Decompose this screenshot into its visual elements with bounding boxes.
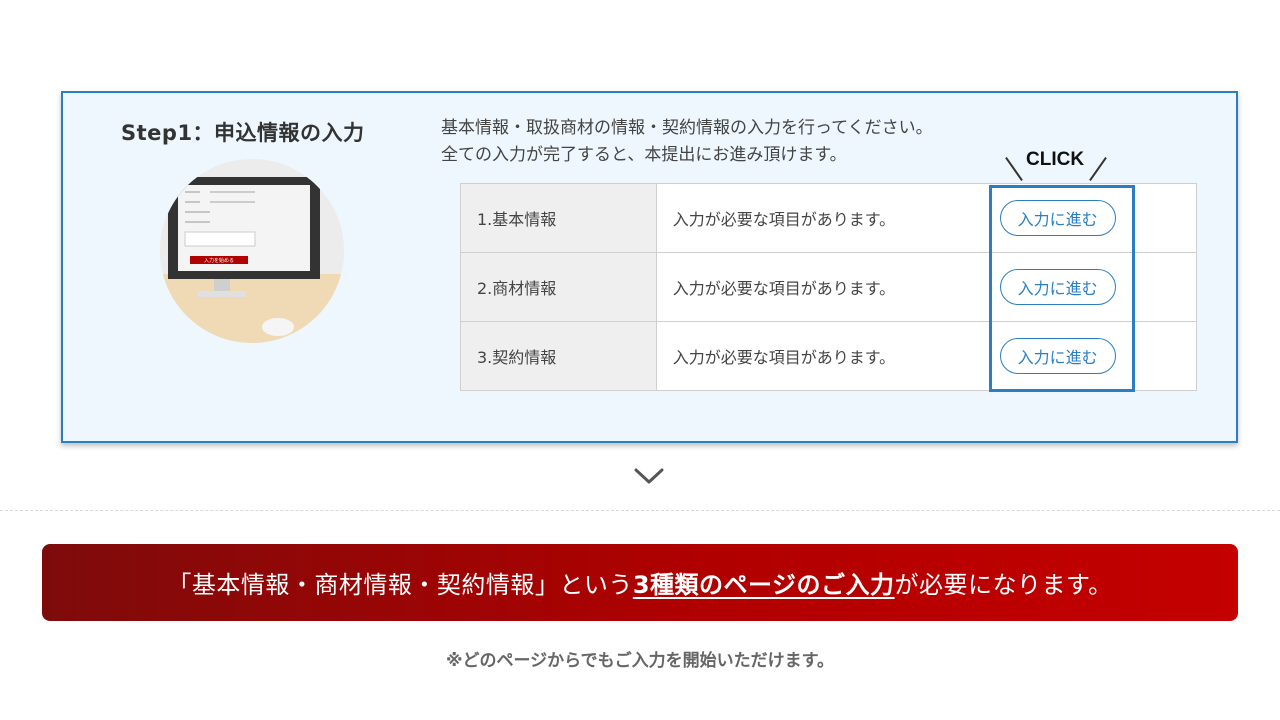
item-action: 入力に進む xyxy=(987,183,1197,253)
click-line-right xyxy=(1089,156,1107,182)
item-action: 入力に進む xyxy=(988,322,1197,391)
banner-prefix: 「基本情報・商材情報・契約情報」という xyxy=(167,571,633,599)
item-status: 入力が必要な項目があります。 xyxy=(672,348,896,367)
banner-emphasis: 3種類のページのご入力 xyxy=(632,571,895,599)
item-action: 入力に進む xyxy=(987,252,1197,322)
step-title: Step1：申込情報の入力 xyxy=(121,121,365,145)
banner-suffix: が必要になります。 xyxy=(894,571,1113,599)
chevron-down-icon xyxy=(632,465,666,491)
table-row: 1.基本情報 入力が必要な項目があります。 入力に進む xyxy=(460,183,1197,253)
item-name: 1.基本情報 xyxy=(460,183,657,253)
click-label: CLICK xyxy=(1026,149,1085,170)
proceed-button-product-info[interactable]: 入力に進む xyxy=(999,269,1116,305)
step-card: Step1：申込情報の入力 入力を始める 基本情報・取扱商材の情報・契約情報の入… xyxy=(61,91,1238,443)
item-name: 2.商材情報 xyxy=(460,252,657,322)
click-line-left xyxy=(1005,156,1023,182)
item-status: 入力が必要な項目があります。 xyxy=(656,183,988,253)
table-row: 2.商材情報 入力が必要な項目があります。 入力に進む xyxy=(460,252,1197,322)
section-divider xyxy=(0,510,1280,511)
notice-banner: 「基本情報・商材情報・契約情報」という 3種類のページのご入力 が必要になります。 xyxy=(42,544,1238,621)
monitor-illustration: 入力を始める xyxy=(160,159,344,343)
item-status: 入力が必要な項目があります。 xyxy=(656,252,988,322)
description-line: 基本情報・取扱商材の情報・契約情報の入力を行ってください。 xyxy=(441,118,933,138)
table-row: 3.契約情報 入力が必要な項目があります。 入力に進む xyxy=(460,321,1197,391)
proceed-button-basic-info[interactable]: 入力に進む xyxy=(999,200,1116,236)
item-name: 3.契約情報 xyxy=(460,321,657,391)
proceed-button-contract-info[interactable]: 入力に進む xyxy=(999,338,1116,374)
illustration-button-text: 入力を始める xyxy=(204,257,234,264)
step-description: 基本情報・取扱商材の情報・契約情報の入力を行ってください。 全ての入力が完了する… xyxy=(441,115,933,169)
footnote: ※どのページからでもご入力を開始いただけます。 xyxy=(446,651,834,671)
input-items-table: 1.基本情報 入力が必要な項目があります。 入力に進む 2.商材情報 入力が必要… xyxy=(460,183,1197,391)
description-line: 全ての入力が完了すると、本提出にお進み頂けます。 xyxy=(441,145,847,165)
